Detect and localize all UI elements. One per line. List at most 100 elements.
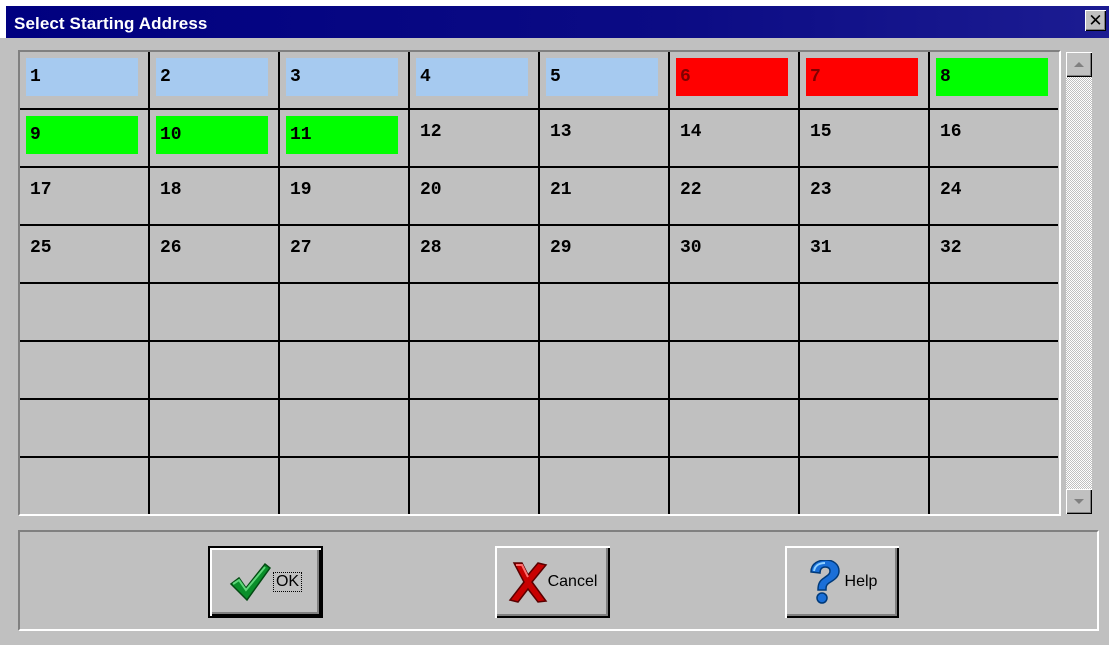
- address-cell[interactable]: 10: [150, 110, 278, 166]
- address-cell[interactable]: [150, 284, 278, 340]
- help-button-label: Help: [844, 573, 878, 590]
- address-cell[interactable]: 12: [410, 110, 538, 166]
- address-cell[interactable]: 15: [800, 110, 928, 166]
- address-cell[interactable]: 1: [20, 52, 148, 108]
- address-cell[interactable]: [930, 342, 1058, 398]
- address-cell[interactable]: [150, 342, 278, 398]
- address-cell[interactable]: [670, 458, 798, 514]
- address-cell[interactable]: 22: [670, 168, 798, 224]
- help-button[interactable]: Help: [785, 546, 899, 618]
- address-cell[interactable]: 24: [930, 168, 1058, 224]
- address-cell[interactable]: 6: [670, 52, 798, 108]
- address-number: 23: [810, 180, 832, 200]
- address-cell[interactable]: [280, 458, 408, 514]
- close-button[interactable]: ✕: [1085, 10, 1106, 31]
- address-cell[interactable]: 18: [150, 168, 278, 224]
- address-cell[interactable]: 32: [930, 226, 1058, 282]
- address-number: 12: [420, 122, 442, 142]
- address-cell[interactable]: 27: [280, 226, 408, 282]
- address-cell[interactable]: 21: [540, 168, 668, 224]
- address-cell[interactable]: 13: [540, 110, 668, 166]
- ok-button-label: OK: [272, 572, 303, 592]
- address-number: 21: [550, 180, 572, 200]
- address-cell[interactable]: 4: [410, 52, 538, 108]
- address-cell[interactable]: 23: [800, 168, 928, 224]
- scroll-up-button[interactable]: [1066, 52, 1092, 77]
- address-number: 2: [160, 67, 171, 87]
- address-cell[interactable]: [280, 284, 408, 340]
- address-number: 6: [680, 67, 691, 87]
- address-cell[interactable]: [150, 400, 278, 456]
- address-cell[interactable]: 31: [800, 226, 928, 282]
- address-cell[interactable]: 11: [280, 110, 408, 166]
- address-cell[interactable]: 25: [20, 226, 148, 282]
- address-cell[interactable]: [540, 284, 668, 340]
- address-cell[interactable]: [540, 458, 668, 514]
- address-number: 27: [290, 238, 312, 258]
- title-bar-fill: Select Starting Address: [6, 6, 1109, 38]
- address-cell[interactable]: 5: [540, 52, 668, 108]
- address-cell[interactable]: 29: [540, 226, 668, 282]
- address-cell[interactable]: [800, 400, 928, 456]
- scroll-down-button[interactable]: [1066, 489, 1092, 514]
- address-cell[interactable]: 30: [670, 226, 798, 282]
- address-status-chip: [936, 58, 1048, 96]
- ok-button[interactable]: OK: [208, 546, 323, 618]
- vertical-scrollbar[interactable]: [1066, 52, 1092, 514]
- address-number: 1: [30, 67, 41, 87]
- address-cell[interactable]: 17: [20, 168, 148, 224]
- address-cell[interactable]: [930, 400, 1058, 456]
- address-cell[interactable]: 9: [20, 110, 148, 166]
- cancel-button-label: Cancel: [547, 573, 598, 590]
- checkmark-icon: [229, 562, 271, 602]
- address-cell[interactable]: [930, 458, 1058, 514]
- address-number: 10: [160, 125, 182, 145]
- address-cell[interactable]: [20, 458, 148, 514]
- address-cell[interactable]: [800, 342, 928, 398]
- address-status-chip: [806, 58, 918, 96]
- address-cell[interactable]: 7: [800, 52, 928, 108]
- address-cell[interactable]: [150, 458, 278, 514]
- address-number: 28: [420, 238, 442, 258]
- address-status-chip: [416, 58, 528, 96]
- address-number: 29: [550, 238, 572, 258]
- address-cell[interactable]: [20, 342, 148, 398]
- address-cell[interactable]: 28: [410, 226, 538, 282]
- address-number: 5: [550, 67, 561, 87]
- address-cell[interactable]: [670, 342, 798, 398]
- address-cell[interactable]: 3: [280, 52, 408, 108]
- address-cell[interactable]: [540, 342, 668, 398]
- address-number: 15: [810, 122, 832, 142]
- address-number: 13: [550, 122, 572, 142]
- address-status-chip: [156, 58, 268, 96]
- address-cell[interactable]: [670, 400, 798, 456]
- address-cell[interactable]: 26: [150, 226, 278, 282]
- address-number: 31: [810, 238, 832, 258]
- address-status-chip: [286, 58, 398, 96]
- address-cell[interactable]: [930, 284, 1058, 340]
- address-cell[interactable]: [280, 400, 408, 456]
- address-cell[interactable]: 2: [150, 52, 278, 108]
- address-cell[interactable]: [800, 458, 928, 514]
- address-cell[interactable]: [540, 400, 668, 456]
- cancel-button[interactable]: Cancel: [495, 546, 610, 618]
- address-cell[interactable]: [20, 400, 148, 456]
- address-cell[interactable]: [800, 284, 928, 340]
- address-cell[interactable]: 8: [930, 52, 1058, 108]
- address-number: 26: [160, 238, 182, 258]
- address-grid: 1 2 3 4 5 6 7 8 9 10 11 12 13 14 15 16 17 18 19 20 21 22 23 24 2…: [20, 52, 1058, 514]
- address-cell[interactable]: 16: [930, 110, 1058, 166]
- address-status-chip: [676, 58, 788, 96]
- address-cell[interactable]: [410, 400, 538, 456]
- address-cell[interactable]: 19: [280, 168, 408, 224]
- address-cell[interactable]: [410, 458, 538, 514]
- address-cell[interactable]: 20: [410, 168, 538, 224]
- address-number: 30: [680, 238, 702, 258]
- address-cell[interactable]: [670, 284, 798, 340]
- address-number: 9: [30, 125, 41, 145]
- address-cell[interactable]: [410, 284, 538, 340]
- address-cell[interactable]: [280, 342, 408, 398]
- address-cell[interactable]: [20, 284, 148, 340]
- address-cell[interactable]: 14: [670, 110, 798, 166]
- address-cell[interactable]: [410, 342, 538, 398]
